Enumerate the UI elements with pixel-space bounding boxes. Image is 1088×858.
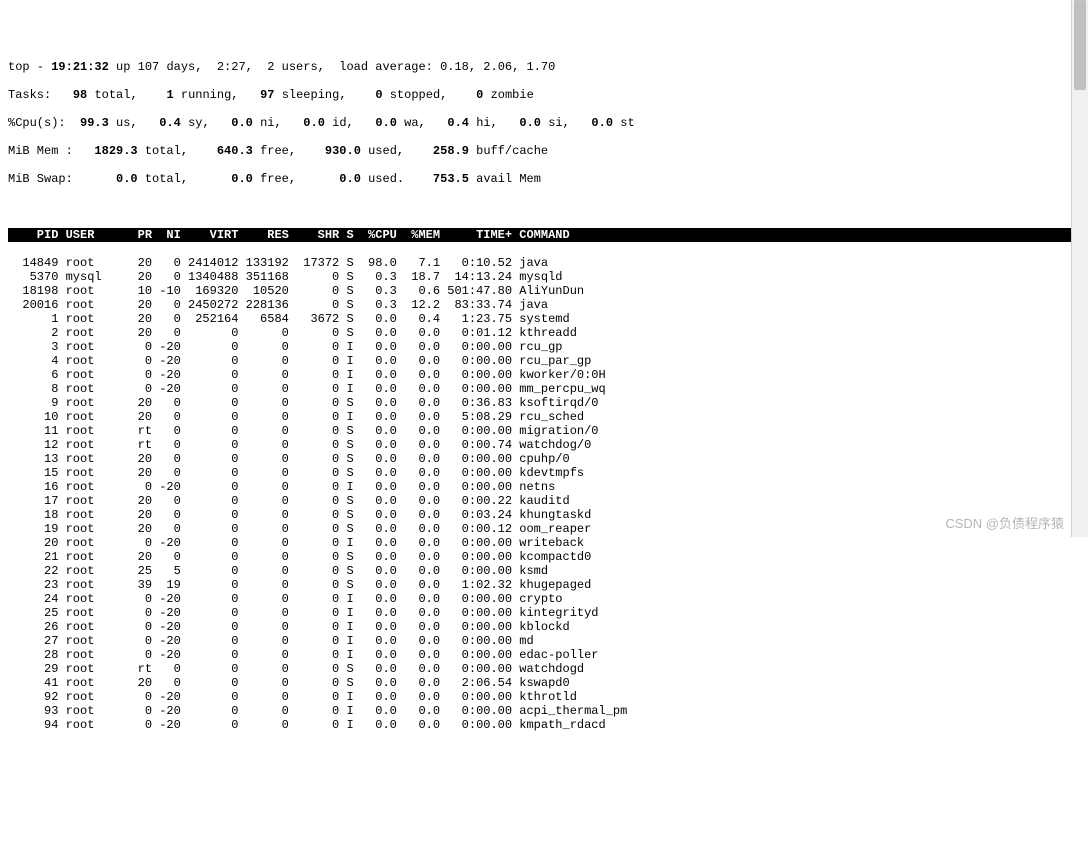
summary-tasks: Tasks: 98 total, 1 running, 97 sleeping,… <box>8 88 1080 102</box>
process-row[interactable]: 94 root 0 -20 0 0 0 I 0.0 0.0 0:00.00 km… <box>8 718 1080 732</box>
process-row[interactable]: 13 root 20 0 0 0 0 S 0.0 0.0 0:00.00 cpu… <box>8 452 1080 466</box>
process-row[interactable]: 11 root rt 0 0 0 0 S 0.0 0.0 0:00.00 mig… <box>8 424 1080 438</box>
process-row[interactable]: 23 root 39 19 0 0 0 S 0.0 0.0 1:02.32 kh… <box>8 578 1080 592</box>
process-row[interactable]: 4 root 0 -20 0 0 0 I 0.0 0.0 0:00.00 rcu… <box>8 354 1080 368</box>
process-row[interactable]: 14849 root 20 0 2414012 133192 17372 S 9… <box>8 256 1080 270</box>
process-row[interactable]: 18198 root 10 -10 169320 10520 0 S 0.3 0… <box>8 284 1080 298</box>
process-row[interactable]: 18 root 20 0 0 0 0 S 0.0 0.0 0:03.24 khu… <box>8 508 1080 522</box>
process-row[interactable]: 8 root 0 -20 0 0 0 I 0.0 0.0 0:00.00 mm_… <box>8 382 1080 396</box>
process-row[interactable]: 26 root 0 -20 0 0 0 I 0.0 0.0 0:00.00 kb… <box>8 620 1080 634</box>
summary-mem: MiB Mem : 1829.3 total, 640.3 free, 930.… <box>8 144 1080 158</box>
process-row[interactable]: 41 root 20 0 0 0 0 S 0.0 0.0 2:06.54 ksw… <box>8 676 1080 690</box>
process-row[interactable]: 19 root 20 0 0 0 0 S 0.0 0.0 0:00.12 oom… <box>8 522 1080 536</box>
process-row[interactable]: 20016 root 20 0 2450272 228136 0 S 0.3 1… <box>8 298 1080 312</box>
process-row[interactable]: 20 root 0 -20 0 0 0 I 0.0 0.0 0:00.00 wr… <box>8 536 1080 550</box>
process-table-body[interactable]: 14849 root 20 0 2414012 133192 17372 S 9… <box>8 256 1080 732</box>
process-row[interactable]: 92 root 0 -20 0 0 0 I 0.0 0.0 0:00.00 kt… <box>8 690 1080 704</box>
process-row[interactable]: 9 root 20 0 0 0 0 S 0.0 0.0 0:36.83 ksof… <box>8 396 1080 410</box>
summary-swap: MiB Swap: 0.0 total, 0.0 free, 0.0 used.… <box>8 172 1080 186</box>
process-row[interactable]: 25 root 0 -20 0 0 0 I 0.0 0.0 0:00.00 ki… <box>8 606 1080 620</box>
process-row[interactable]: 12 root rt 0 0 0 0 S 0.0 0.0 0:00.74 wat… <box>8 438 1080 452</box>
process-row[interactable]: 2 root 20 0 0 0 0 S 0.0 0.0 0:01.12 kthr… <box>8 326 1080 340</box>
vertical-scrollbar[interactable] <box>1071 0 1088 537</box>
process-row[interactable]: 21 root 20 0 0 0 0 S 0.0 0.0 0:00.00 kco… <box>8 550 1080 564</box>
process-row[interactable]: 27 root 0 -20 0 0 0 I 0.0 0.0 0:00.00 md <box>8 634 1080 648</box>
process-row[interactable]: 15 root 20 0 0 0 0 S 0.0 0.0 0:00.00 kde… <box>8 466 1080 480</box>
process-row[interactable]: 10 root 20 0 0 0 0 I 0.0 0.0 5:08.29 rcu… <box>8 410 1080 424</box>
process-row[interactable]: 28 root 0 -20 0 0 0 I 0.0 0.0 0:00.00 ed… <box>8 648 1080 662</box>
process-row[interactable]: 22 root 25 5 0 0 0 S 0.0 0.0 0:00.00 ksm… <box>8 564 1080 578</box>
process-row[interactable]: 29 root rt 0 0 0 0 S 0.0 0.0 0:00.00 wat… <box>8 662 1080 676</box>
summary-cpu: %Cpu(s): 99.3 us, 0.4 sy, 0.0 ni, 0.0 id… <box>8 116 1080 130</box>
watermark-text: CSDN @负债程序猿 <box>945 517 1064 531</box>
blank-line <box>8 200 1080 214</box>
process-row[interactable]: 16 root 0 -20 0 0 0 I 0.0 0.0 0:00.00 ne… <box>8 480 1080 494</box>
process-row[interactable]: 5370 mysql 20 0 1340488 351168 0 S 0.3 1… <box>8 270 1080 284</box>
process-row[interactable]: 1 root 20 0 252164 6584 3672 S 0.0 0.4 1… <box>8 312 1080 326</box>
process-table-header[interactable]: PID USER PR NI VIRT RES SHR S %CPU %MEM … <box>8 228 1080 242</box>
process-row[interactable]: 24 root 0 -20 0 0 0 I 0.0 0.0 0:00.00 cr… <box>8 592 1080 606</box>
process-row[interactable]: 3 root 0 -20 0 0 0 I 0.0 0.0 0:00.00 rcu… <box>8 340 1080 354</box>
scrollbar-thumb[interactable] <box>1074 0 1086 90</box>
process-row[interactable]: 93 root 0 -20 0 0 0 I 0.0 0.0 0:00.00 ac… <box>8 704 1080 718</box>
process-row[interactable]: 17 root 20 0 0 0 0 S 0.0 0.0 0:00.22 kau… <box>8 494 1080 508</box>
summary-uptime: top - 19:21:32 up 107 days, 2:27, 2 user… <box>8 60 1080 74</box>
process-row[interactable]: 6 root 0 -20 0 0 0 I 0.0 0.0 0:00.00 kwo… <box>8 368 1080 382</box>
